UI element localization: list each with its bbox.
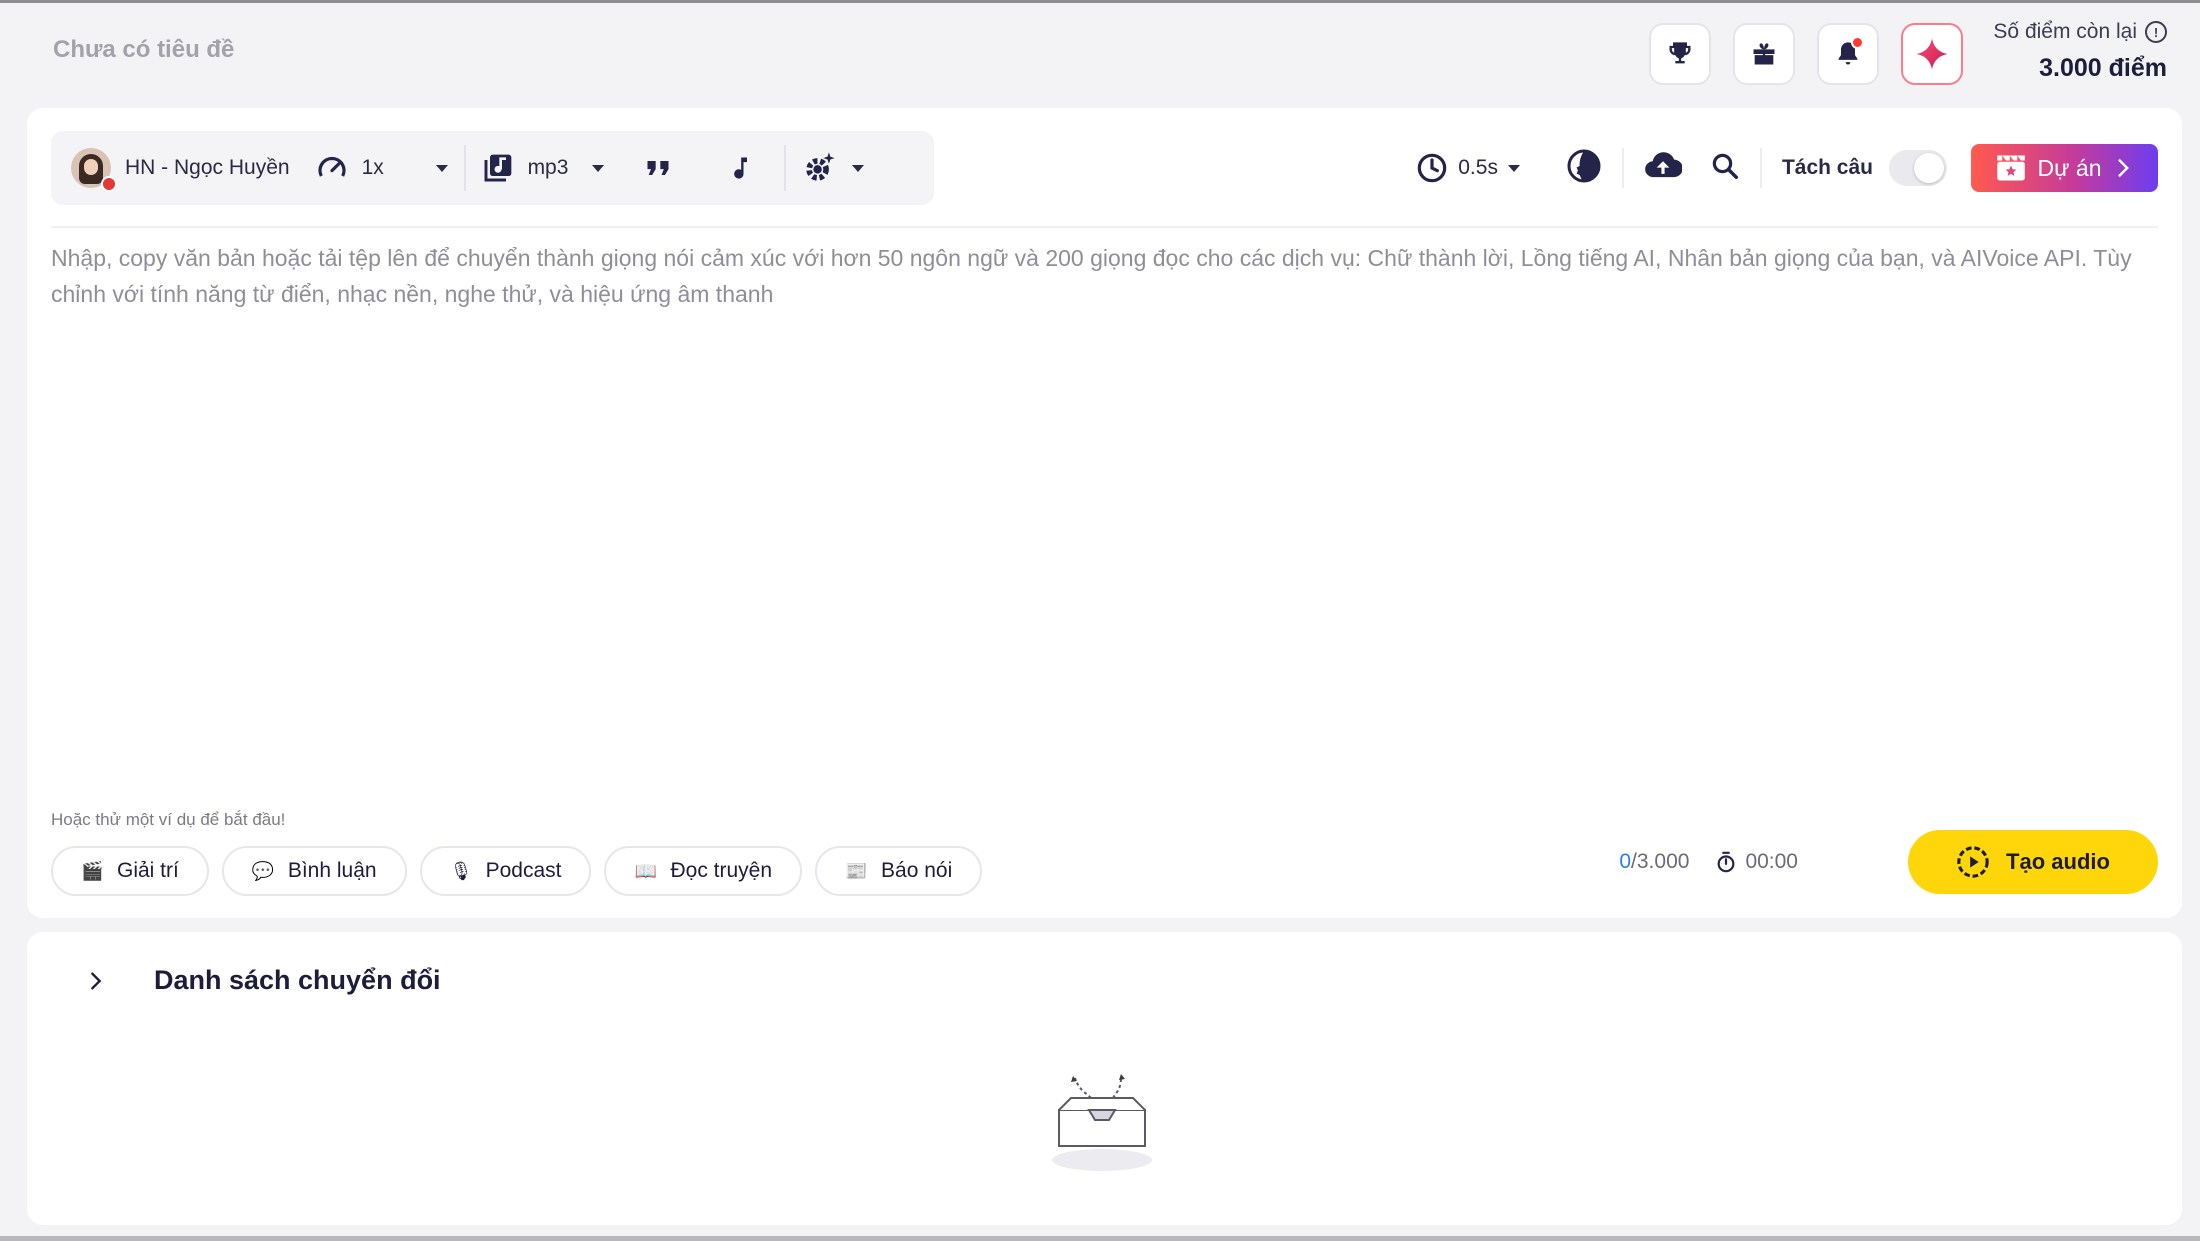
example-chips: 🎬 Giải trí 💬 Bình luận 🎙 Podcast 📖 Đọc t… (51, 846, 983, 896)
newspaper-icon: 📰 (845, 860, 868, 881)
music-note-icon (733, 157, 747, 179)
clapper-icon: 🎬 (81, 860, 104, 881)
microphone-icon: 🎙 (449, 860, 473, 881)
settings-dropdown-icon (851, 164, 864, 172)
notification-dot (1851, 36, 1864, 49)
speed-selector[interactable]: 1x (306, 131, 464, 205)
pause-dropdown-icon (1507, 164, 1520, 172)
chevron-right-icon (2118, 159, 2130, 177)
gift-button[interactable] (1733, 23, 1795, 85)
examples-label: Hoặc thử một ví dụ để bắt đầu! (51, 810, 286, 829)
gift-icon (1753, 43, 1775, 65)
clapperboard-icon (1996, 155, 2025, 181)
chip-label: Bình luận (287, 859, 377, 882)
project-button-label: Dự án (2037, 154, 2102, 181)
points-panel: Số điểm còn lại ! 3.000 điểm (1993, 20, 2167, 83)
conversion-list-title: Danh sách chuyển đổi (154, 965, 441, 995)
format-dropdown-icon (591, 164, 604, 172)
cloud-upload-icon (1645, 151, 1683, 177)
empty-box-illustration (1047, 1072, 1157, 1177)
sparkle-icon (1916, 38, 1948, 70)
music-file-icon (484, 154, 511, 182)
speech-bubble-icon: 💬 (251, 860, 275, 881)
clock-icon (1417, 153, 1447, 183)
empty-box-icon (1052, 1074, 1152, 1171)
expand-list-button[interactable] (85, 970, 107, 997)
duration: 00:00 (1715, 850, 1798, 874)
example-chip-podcast[interactable]: 🎙 Podcast (419, 846, 592, 896)
quote-button[interactable] (620, 131, 696, 205)
create-audio-button[interactable]: Tạo audio (1908, 830, 2158, 894)
stats: 0/3.000 00:00 (1619, 850, 1798, 874)
example-chip-story[interactable]: 📖 Đọc truyện (604, 846, 803, 896)
leaderboard-button[interactable] (1649, 23, 1711, 85)
stopwatch-icon (1718, 851, 1735, 873)
head-profile-icon (1567, 149, 1601, 182)
actions-divider (1759, 148, 1762, 188)
editor-card: HN - Ngọc Huyền 1x mp3 0.5s Tách câu Dự … (27, 108, 2182, 918)
voice-avatar (71, 148, 117, 192)
chip-label: Podcast (485, 859, 562, 882)
chip-label: Đọc truyện (670, 859, 773, 882)
text-input-area[interactable]: Nhập, copy văn bản hoặc tải tệp lên để c… (51, 240, 2161, 312)
chip-label: Giải trí (117, 859, 179, 882)
speed-dropdown-icon (435, 164, 448, 172)
background-music-button[interactable] (696, 131, 784, 205)
conversion-list-card: Danh sách chuyển đổi (27, 932, 2182, 1225)
split-sentence-label: Tách câu (1781, 156, 1873, 179)
editor-actions: 0.5s Tách câu Dự án (1416, 143, 2158, 193)
play-circle-icon (1957, 846, 1989, 878)
example-chip-news[interactable]: 📰 Báo nói (815, 846, 983, 896)
example-chip-commentary[interactable]: 💬 Bình luận (221, 846, 407, 896)
settings-selector[interactable] (786, 131, 880, 205)
speed-value: 1x (361, 156, 384, 179)
pause-value: 0.5s (1458, 156, 1498, 179)
create-audio-label: Tạo audio (2006, 849, 2110, 874)
speedometer-icon (317, 156, 346, 177)
book-icon: 📖 (634, 860, 657, 881)
window-bottom-border (0, 1236, 2200, 1241)
voice-name: HN - Ngọc Huyền (125, 156, 290, 179)
info-icon[interactable]: ! (2145, 21, 2167, 43)
ai-sparkle-button[interactable] (1901, 23, 1963, 85)
voice-selector[interactable]: HN - Ngọc Huyền (51, 131, 306, 205)
points-value: 3.000 điểm (2039, 54, 2167, 82)
points-label: Số điểm còn lại (1993, 20, 2137, 43)
duration-value: 00:00 (1745, 850, 1798, 873)
search-button[interactable] (1710, 151, 1740, 186)
toolbar-divider-line (51, 226, 2158, 228)
format-value: mp3 (527, 156, 569, 179)
project-button[interactable]: Dự án (1971, 144, 2158, 192)
format-selector[interactable]: mp3 (466, 131, 620, 205)
voice-effect-button[interactable] (1566, 148, 1602, 189)
trophy-icon (1669, 42, 1691, 64)
search-icon (1712, 153, 1738, 179)
voice-toolbar: HN - Ngọc Huyền 1x mp3 (51, 131, 934, 205)
split-sentence-toggle[interactable] (1889, 150, 1947, 186)
example-chip-entertainment[interactable]: 🎬 Giải trí (51, 846, 209, 896)
gear-sparkle-icon (805, 152, 835, 181)
voice-badge-icon (101, 176, 117, 192)
document-title[interactable]: Chưa có tiêu đề (53, 36, 234, 64)
notifications-button[interactable] (1817, 23, 1879, 85)
upload-button[interactable] (1644, 147, 1683, 190)
chip-label: Báo nói (881, 859, 953, 882)
quote-icon (647, 161, 669, 175)
actions-divider (1621, 148, 1624, 188)
window-top-border (0, 0, 2200, 3)
pause-selector[interactable]: 0.5s (1416, 152, 1520, 184)
char-counter: 0/3.000 (1619, 850, 1690, 873)
chevron-right-icon (91, 972, 102, 990)
